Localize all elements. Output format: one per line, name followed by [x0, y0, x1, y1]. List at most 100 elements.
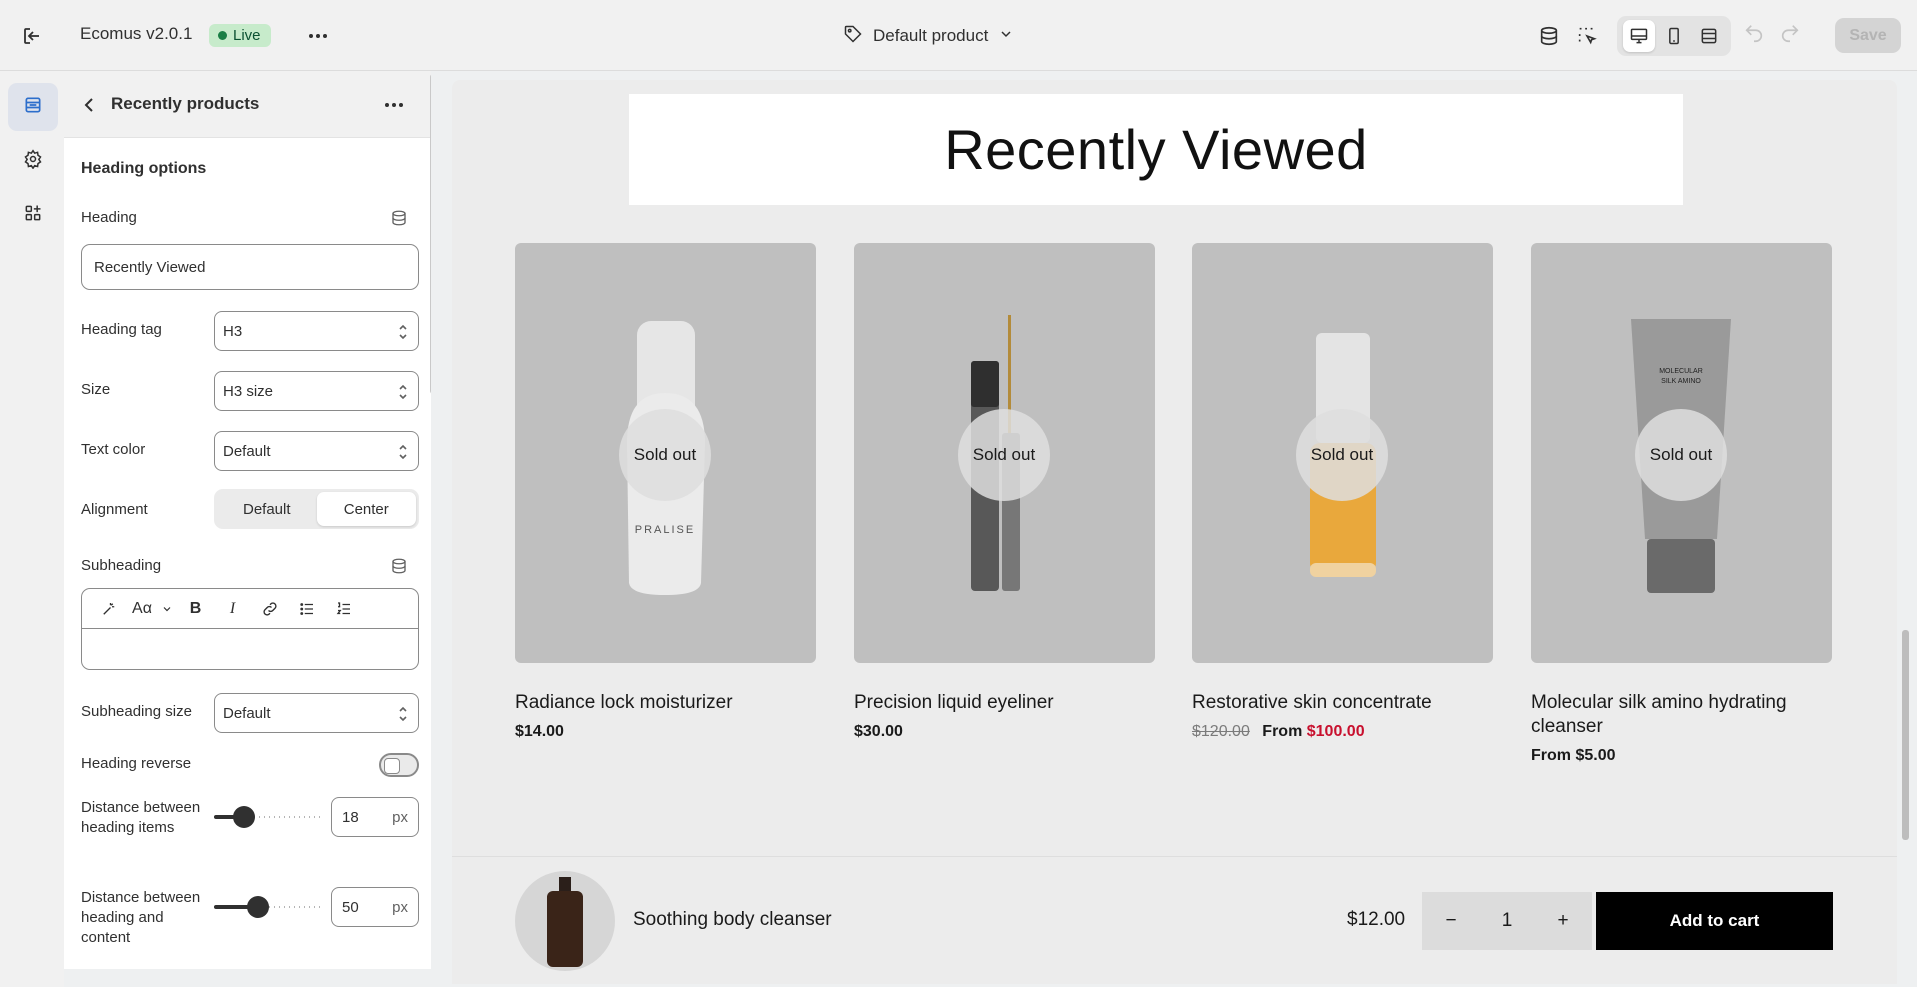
- rail-item-apps[interactable]: [8, 191, 58, 239]
- live-status-badge: Live: [209, 24, 271, 47]
- more-icon[interactable]: [306, 24, 330, 48]
- quantity-value[interactable]: 1: [1492, 910, 1522, 932]
- sections-icon: [23, 95, 43, 119]
- distance-content-input[interactable]: 50 px: [331, 887, 419, 927]
- distance-items-label: Distance between heading items: [81, 799, 201, 836]
- slider-handle[interactable]: [233, 806, 255, 828]
- product-image[interactable]: Sold out: [854, 243, 1155, 663]
- distance-content-value: 50: [342, 898, 359, 916]
- chevron-down-icon: [998, 26, 1014, 47]
- left-rail: [0, 71, 64, 987]
- product-price: $14.00: [515, 723, 564, 740]
- slider-handle[interactable]: [247, 896, 269, 918]
- panel-header: Recently products: [64, 71, 431, 138]
- product-card[interactable]: PRALISE Sold out Radiance lock moisturiz…: [515, 243, 816, 741]
- mobile-icon[interactable]: [1658, 20, 1690, 52]
- heading-input[interactable]: Recently Viewed: [81, 244, 419, 290]
- subheading-size-select[interactable]: Default: [214, 693, 419, 733]
- product-name[interactable]: Precision liquid eyeliner: [854, 691, 1155, 715]
- chevron-down-icon[interactable]: [157, 594, 177, 624]
- select-arrows-icon: [398, 705, 408, 723]
- svg-text:PRALISE: PRALISE: [635, 524, 695, 536]
- distance-items-slider[interactable]: [214, 806, 324, 828]
- back-icon[interactable]: [78, 93, 102, 117]
- sticky-product-thumbnail: [515, 871, 615, 971]
- alignment-segmented-control: Default Center: [214, 489, 419, 529]
- dynamic-source-icon[interactable]: [390, 209, 408, 227]
- rail-item-settings[interactable]: [8, 137, 58, 185]
- heading-label: Heading: [81, 209, 137, 226]
- bullet-list-icon[interactable]: [288, 594, 325, 624]
- panel-scrollbar[interactable]: [430, 74, 431, 394]
- product-card[interactable]: Sold out Precision liquid eyeliner $30.0…: [854, 243, 1155, 741]
- italic-icon[interactable]: I: [214, 594, 251, 624]
- heading-reverse-toggle[interactable]: [379, 753, 419, 777]
- alignment-label: Alignment: [81, 501, 148, 518]
- numbered-list-icon[interactable]: [325, 594, 362, 624]
- desktop-icon[interactable]: [1622, 20, 1655, 52]
- text-color-label: Text color: [81, 441, 146, 458]
- heading-tag-select[interactable]: H3: [214, 311, 419, 351]
- gear-icon: [23, 149, 43, 173]
- more-icon[interactable]: [382, 93, 406, 117]
- product-price: From $5.00: [1531, 747, 1616, 764]
- product-price: $120.00 From $100.00: [1192, 723, 1493, 741]
- decrease-quantity-button[interactable]: −: [1436, 910, 1466, 932]
- add-to-cart-button[interactable]: Add to cart: [1596, 892, 1833, 950]
- sold-out-badge: Sold out: [1635, 409, 1727, 501]
- distance-content-unit: px: [392, 898, 408, 916]
- size-select[interactable]: H3 size: [214, 371, 419, 411]
- product-compare-price: $120.00: [1192, 723, 1250, 740]
- section-title: Heading options: [81, 160, 207, 177]
- product-card[interactable]: MOLECULAR SILK AMINO Sold out Molecular …: [1531, 243, 1832, 765]
- product-name[interactable]: Molecular silk amino hydrating cleanser: [1531, 691, 1832, 739]
- sticky-product-name: Soothing body cleanser: [633, 909, 832, 930]
- link-icon[interactable]: [251, 594, 288, 624]
- text-color-value: Default: [223, 442, 271, 460]
- apps-icon: [23, 203, 43, 227]
- distance-content-slider[interactable]: [214, 896, 324, 918]
- exit-icon[interactable]: [20, 24, 44, 48]
- database-icon[interactable]: [1530, 18, 1568, 54]
- text-style-icon[interactable]: Aα: [127, 594, 157, 624]
- select-arrows-icon: [398, 383, 408, 401]
- dynamic-source-icon[interactable]: [390, 557, 408, 575]
- subheading-size-label: Subheading size: [81, 703, 192, 720]
- alignment-option-default[interactable]: Default: [217, 492, 317, 526]
- size-value: H3 size: [223, 382, 274, 400]
- subheading-input[interactable]: [82, 629, 418, 669]
- product-name[interactable]: Restorative skin concentrate: [1192, 691, 1493, 715]
- text-color-select[interactable]: Default: [214, 431, 419, 471]
- distance-items-unit: px: [392, 808, 408, 826]
- save-button[interactable]: Save: [1835, 18, 1901, 53]
- fullwidth-icon[interactable]: [1693, 20, 1725, 52]
- settings-panel: Recently products Heading options Headin…: [64, 71, 431, 969]
- subheading-size-value: Default: [223, 704, 271, 722]
- product-card[interactable]: Sold out Restorative skin concentrate $1…: [1192, 243, 1493, 741]
- product-image[interactable]: Sold out: [1192, 243, 1493, 663]
- rte-toolbar: Aα B I: [82, 589, 418, 629]
- product-image[interactable]: PRALISE Sold out: [515, 243, 816, 663]
- undo-icon[interactable]: [1743, 22, 1765, 48]
- redo-icon[interactable]: [1779, 22, 1801, 48]
- top-bar: Ecomus v2.0.1 Live Default product Save: [0, 0, 1917, 71]
- product-sale-price: $100.00: [1306, 723, 1365, 740]
- product-name[interactable]: Radiance lock moisturizer: [515, 691, 816, 715]
- magic-icon[interactable]: [90, 594, 127, 624]
- rail-item-sections[interactable]: [8, 83, 58, 131]
- inspector-icon[interactable]: [1568, 18, 1606, 54]
- preview-scrollbar[interactable]: [1902, 630, 1909, 840]
- template-selector[interactable]: Default product: [843, 22, 1014, 50]
- panel-title: Recently products: [111, 94, 260, 113]
- template-selector-label: Default product: [873, 26, 989, 45]
- bold-icon[interactable]: B: [177, 594, 214, 624]
- product-image[interactable]: MOLECULAR SILK AMINO Sold out: [1531, 243, 1832, 663]
- preview-heading[interactable]: Recently Viewed: [629, 94, 1683, 205]
- heading-reverse-label: Heading reverse: [81, 755, 192, 772]
- distance-items-input[interactable]: 18 px: [331, 797, 419, 837]
- alignment-option-center[interactable]: Center: [316, 492, 416, 526]
- svg-text:SILK AMINO: SILK AMINO: [1661, 378, 1701, 385]
- select-arrows-icon: [398, 443, 408, 461]
- increase-quantity-button[interactable]: +: [1548, 910, 1578, 932]
- quantity-stepper: − 1 +: [1422, 892, 1592, 950]
